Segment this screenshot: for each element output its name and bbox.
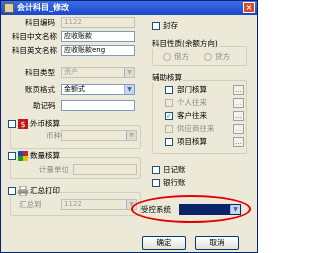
unit-label: 计量单位 (39, 165, 69, 174)
aux-project-checkbox[interactable] (165, 138, 173, 146)
en-name-label: 科目英文名称 (12, 46, 57, 55)
check-icon: ✓ (166, 112, 172, 120)
currency-label: 币种 (46, 131, 61, 140)
type-select-value: 资产 (64, 68, 78, 76)
aux-supplier-checkbox[interactable] (165, 125, 173, 133)
foreign-currency-icon: $ (18, 119, 28, 129)
sealed-checkbox[interactable] (152, 22, 160, 30)
aux-person-checkbox[interactable] (165, 99, 173, 107)
type-label: 科目类型 (25, 68, 55, 77)
foreign-currency-checkbox[interactable] (8, 120, 16, 128)
chevron-down-icon: ▼ (124, 85, 134, 94)
dialog-window: 会计科目_修改 × 科目编码 1122 科目中文名称 应收账款 科目英文名称 应… (0, 0, 258, 253)
bank-journal-checkbox[interactable] (152, 179, 160, 187)
search-icon: … (235, 112, 242, 120)
aux-project-label: 项目核算 (177, 137, 207, 146)
cn-name-field[interactable]: 应收账款 (61, 31, 135, 42)
aux-label: 辅助核算 (151, 73, 183, 83)
search-icon: … (235, 125, 242, 133)
svg-text:$: $ (20, 120, 25, 129)
aux-dept-label: 部门核算 (177, 85, 207, 94)
window-title: 会计科目_修改 (17, 3, 69, 12)
nature-label: 科目性质(余额方向) (151, 39, 219, 49)
quantity-checkbox[interactable] (8, 152, 16, 160)
currency-select[interactable]: ▼ (61, 130, 137, 141)
summary-to-value: 1122 (64, 200, 82, 208)
aux-supplier-browse-button[interactable]: … (233, 124, 244, 134)
code-field[interactable]: 1122 (61, 17, 135, 28)
summary-print-checkbox[interactable] (8, 187, 16, 195)
search-icon: … (235, 86, 242, 94)
en-name-field[interactable]: 应收账款eng (61, 45, 135, 56)
foreign-currency-label: 外币核算 (30, 119, 60, 128)
close-button[interactable]: × (243, 2, 255, 13)
unit-field[interactable] (73, 164, 137, 175)
search-icon: … (235, 99, 242, 107)
aux-person-browse-button[interactable]: … (233, 98, 244, 108)
mnemonic-field[interactable] (61, 100, 135, 111)
mnemonic-label: 助记码 (33, 101, 56, 110)
chevron-down-icon: ▼ (126, 131, 136, 140)
ok-button[interactable]: 确定 (142, 236, 186, 250)
app-icon (4, 3, 14, 13)
debit-radio[interactable] (163, 53, 171, 61)
summary-to-label: 汇总到 (19, 200, 42, 209)
quantity-label: 数量核算 (30, 151, 60, 160)
aux-supplier-label: 供应商往来 (177, 124, 215, 133)
highlight-ring (131, 195, 251, 223)
bank-journal-label: 银行账 (163, 178, 186, 187)
quantity-icon (18, 151, 28, 161)
cash-journal-label: 日记账 (163, 165, 186, 174)
cancel-button[interactable]: 取消 (195, 236, 239, 250)
credit-label: 贷方 (215, 52, 230, 61)
type-select[interactable]: 资产 ▼ (61, 67, 135, 78)
title-bar[interactable]: 会计科目_修改 × (1, 1, 257, 15)
debit-label: 借方 (174, 52, 189, 61)
page-format-label: 账页格式 (25, 85, 55, 94)
search-icon: … (235, 138, 242, 146)
aux-dept-browse-button[interactable]: … (233, 85, 244, 95)
credit-radio[interactable] (204, 53, 212, 61)
aux-customer-browse-button[interactable]: … (233, 111, 244, 121)
aux-customer-label: 客户往来 (177, 111, 207, 120)
cn-name-label: 科目中文名称 (12, 32, 57, 41)
aux-dept-checkbox[interactable] (165, 86, 173, 94)
aux-customer-checkbox[interactable]: ✓ (165, 112, 173, 120)
aux-person-label: 个人往来 (177, 98, 207, 107)
aux-project-browse-button[interactable]: … (233, 137, 244, 147)
summary-print-label: 汇总打印 (30, 186, 60, 195)
page-format-select[interactable]: 金额式 ▼ (61, 84, 135, 95)
chevron-down-icon: ▼ (124, 68, 134, 77)
sealed-label: 封存 (163, 21, 178, 30)
summary-to-select[interactable]: 1122 ▼ (61, 199, 137, 210)
page-format-value: 金额式 (64, 85, 85, 93)
cash-journal-checkbox[interactable] (152, 166, 160, 174)
code-label: 科目编码 (25, 18, 55, 27)
printer-icon (18, 186, 28, 196)
